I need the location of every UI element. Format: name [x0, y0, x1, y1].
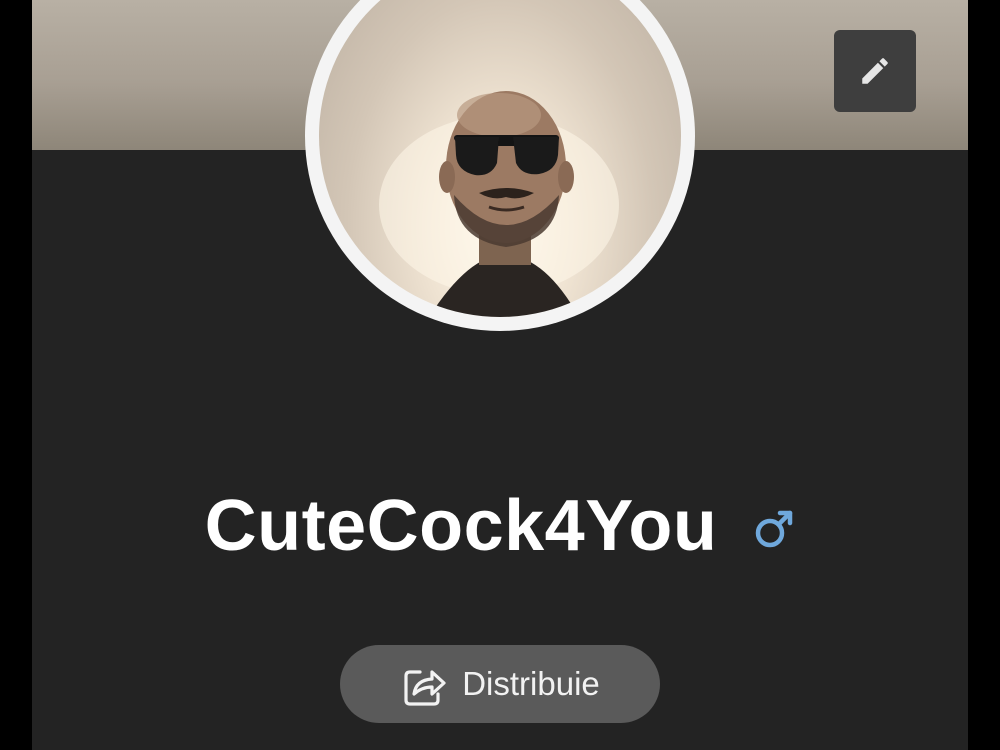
share-button[interactable]: Distribuie [340, 645, 660, 723]
profile-photo [379, 91, 619, 317]
username: CuteCock4You [204, 486, 718, 566]
edit-cover-button[interactable] [834, 30, 916, 112]
avatar[interactable] [319, 0, 681, 317]
username-row: CuteCock4You [32, 482, 968, 570]
pencil-icon [862, 58, 888, 84]
profile-card: CuteCock4You Distribuie [32, 0, 968, 750]
male-symbol-icon [756, 510, 793, 548]
share-icon [404, 670, 446, 706]
avatar-frame [305, 0, 695, 331]
profile-page: CuteCock4You Distribuie [0, 0, 1000, 750]
share-button-label: Distribuie [462, 665, 600, 702]
